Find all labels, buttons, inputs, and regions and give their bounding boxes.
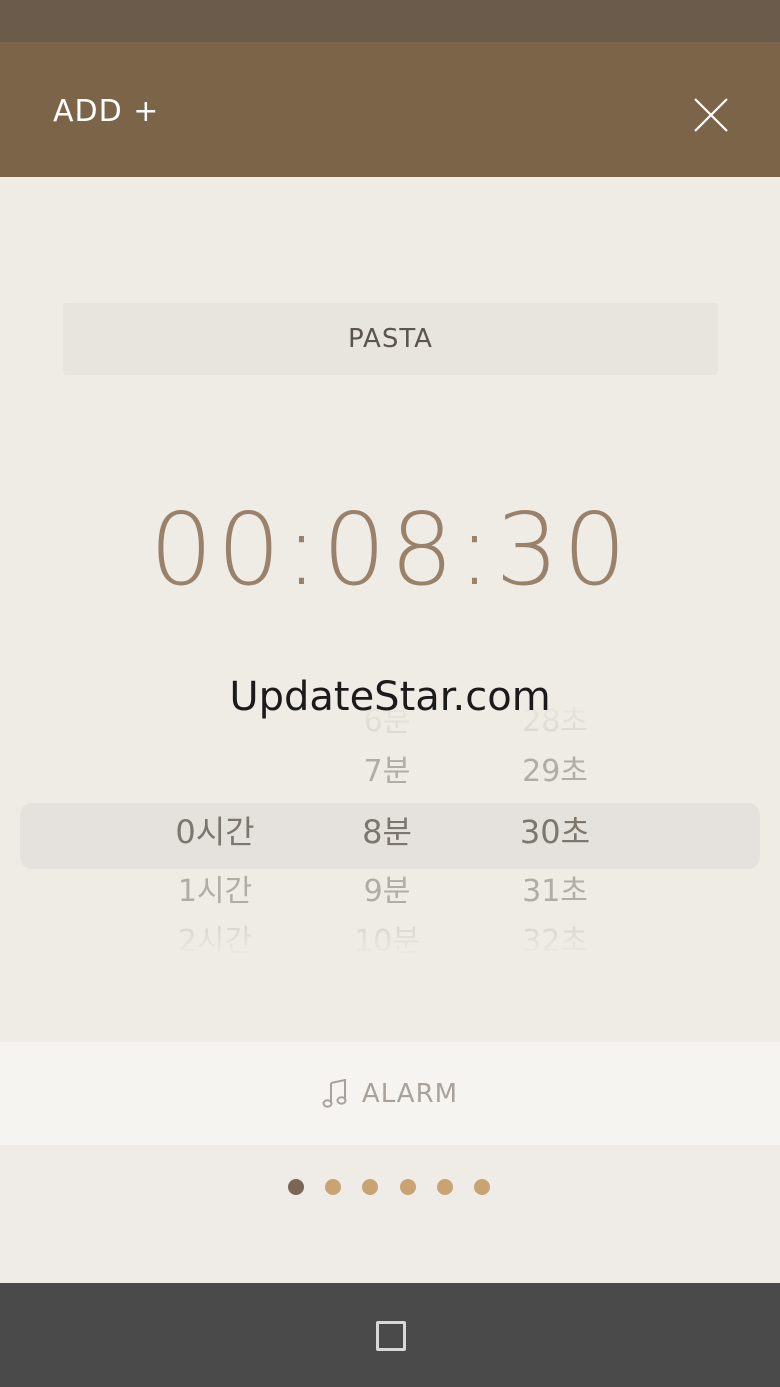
seconds-column[interactable]: 28초 29초 30초 31초 32초 bbox=[455, 697, 655, 957]
picker-item-hour[interactable]: 1시간 bbox=[115, 867, 315, 917]
status-bar bbox=[0, 0, 780, 42]
page-indicator bbox=[0, 1145, 780, 1283]
page-dot[interactable] bbox=[437, 1179, 453, 1195]
hours-column[interactable]: 0시간 1시간 2시간 bbox=[115, 697, 315, 957]
time-display: 00:08:30 bbox=[149, 491, 631, 608]
page-dot[interactable] bbox=[325, 1179, 341, 1195]
picker-item-second[interactable]: 31초 bbox=[455, 867, 655, 917]
picker-item-second[interactable]: 32초 bbox=[455, 917, 655, 957]
page-dot[interactable] bbox=[288, 1179, 304, 1195]
close-button[interactable] bbox=[690, 94, 732, 136]
picker-item-second[interactable]: 29초 bbox=[455, 747, 655, 797]
music-note-icon bbox=[322, 1078, 347, 1108]
overview-square-icon[interactable] bbox=[376, 1321, 406, 1351]
time-picker[interactable]: 0시간 1시간 2시간 6분 7분 8분 9분 10분 28초 29초 30초 … bbox=[0, 697, 780, 957]
alarm-row-content: ALARM bbox=[0, 1042, 780, 1145]
app-header: ADD + bbox=[0, 42, 780, 177]
alarm-button[interactable]: ALARM bbox=[0, 1042, 780, 1145]
picker-item-hour[interactable]: 0시간 bbox=[115, 807, 315, 857]
page-dot[interactable] bbox=[362, 1179, 378, 1195]
watermark: UpdateStar.com bbox=[229, 674, 551, 720]
picker-item-hour[interactable]: 2시간 bbox=[115, 917, 315, 957]
page-dot[interactable] bbox=[474, 1179, 490, 1195]
page-dot[interactable] bbox=[400, 1179, 416, 1195]
timer-name-field[interactable]: PASTA bbox=[63, 303, 718, 375]
add-title: ADD + bbox=[53, 94, 160, 129]
system-nav-bar bbox=[0, 1283, 780, 1387]
timer-editor: PASTA 00:08:30 UpdateStar.com 0시간 1시간 2시… bbox=[0, 177, 780, 1042]
close-icon bbox=[694, 98, 728, 132]
picker-item-second[interactable]: 30초 bbox=[455, 807, 655, 857]
alarm-label: ALARM bbox=[361, 1078, 459, 1109]
